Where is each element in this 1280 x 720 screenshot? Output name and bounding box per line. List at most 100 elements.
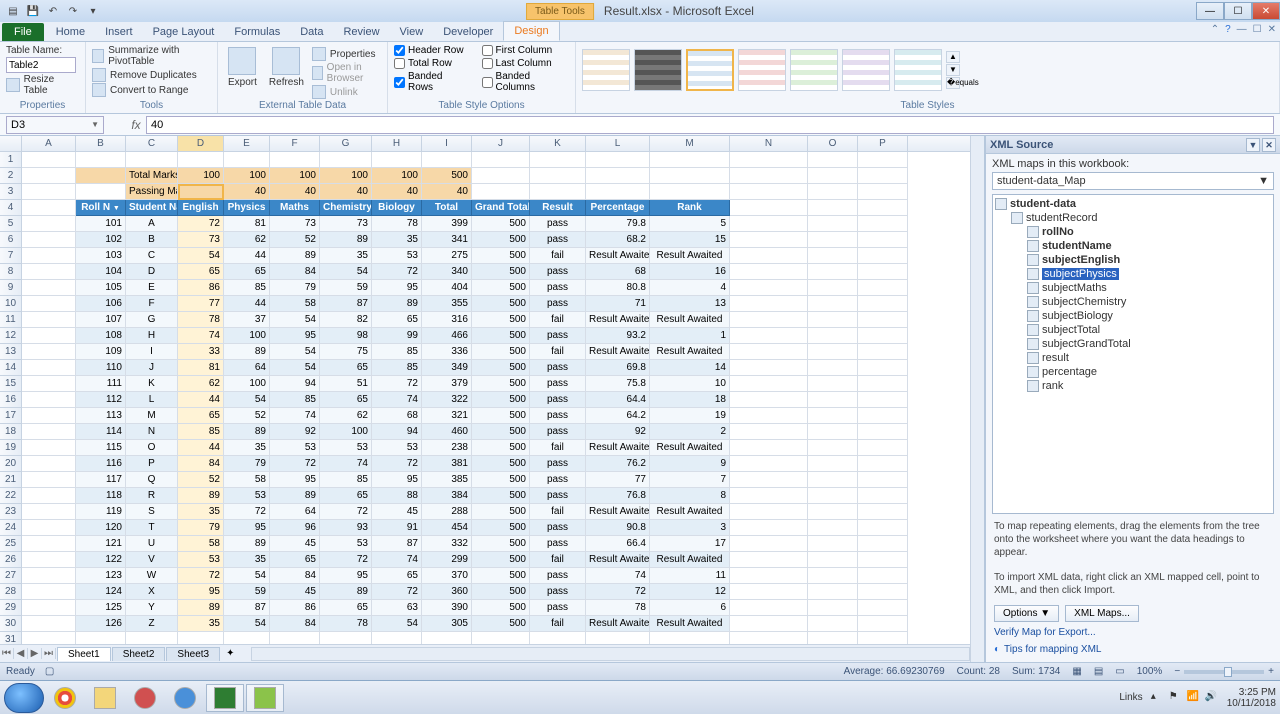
col-K[interactable]: K [530, 136, 586, 151]
start-button[interactable] [4, 683, 44, 713]
name-box-dropdown-icon[interactable]: ▼ [91, 120, 99, 129]
table-style-4[interactable] [738, 49, 786, 91]
taskbar-explorer-icon[interactable] [86, 684, 124, 712]
table-style-1[interactable] [582, 49, 630, 91]
sheet-tab-3[interactable]: Sheet3 [166, 647, 220, 661]
tab-formulas[interactable]: Formulas [224, 23, 290, 41]
xml-options-button[interactable]: Options ▼ [994, 605, 1059, 622]
tab-file[interactable]: File [2, 23, 44, 41]
xml-maps-button[interactable]: XML Maps... [1065, 605, 1139, 622]
vertical-scrollbar[interactable] [970, 136, 984, 662]
macro-record-icon[interactable]: ▢ [45, 666, 54, 677]
col-P[interactable]: P [858, 136, 908, 151]
table-style-5[interactable] [790, 49, 838, 91]
resize-table-button[interactable]: Resize Table [24, 74, 79, 96]
col-I[interactable]: I [422, 136, 472, 151]
convert-range-button[interactable]: Convert to Range [110, 85, 188, 96]
name-box[interactable]: D3▼ [6, 116, 104, 134]
tray-up-icon[interactable]: ▴ [1151, 691, 1165, 705]
col-J[interactable]: J [472, 136, 530, 151]
tab-insert[interactable]: Insert [95, 23, 143, 41]
styles-more-icon[interactable]: �equals [946, 77, 960, 89]
zoom-level[interactable]: 100% [1137, 666, 1163, 677]
zoom-slider[interactable] [1184, 670, 1264, 674]
styles-up-icon[interactable]: ▲ [946, 51, 960, 63]
col-H[interactable]: H [372, 136, 422, 151]
select-all-corner[interactable] [0, 136, 22, 151]
col-G[interactable]: G [320, 136, 372, 151]
tab-home[interactable]: Home [46, 23, 95, 41]
minimize-button[interactable]: — [1196, 2, 1224, 20]
xml-tree[interactable]: student-datastudentRecordrollNostudentNa… [992, 194, 1274, 514]
col-M[interactable]: M [650, 136, 730, 151]
table-style-6[interactable] [842, 49, 890, 91]
sheet-nav-next-icon[interactable]: ▶ [28, 648, 42, 659]
col-B[interactable]: B [76, 136, 126, 151]
tray-network-icon[interactable]: 📶 [1187, 691, 1201, 705]
ext-props-button[interactable]: Properties [330, 49, 376, 60]
banded-rows-check[interactable] [394, 77, 405, 88]
save-icon[interactable]: 💾 [24, 2, 42, 20]
col-E[interactable]: E [224, 136, 270, 151]
sheet-nav-last-icon[interactable]: ⏭ [42, 648, 56, 659]
tray-flag-icon[interactable]: ⚑ [1169, 691, 1183, 705]
formula-input[interactable] [146, 116, 1274, 134]
horizontal-scrollbar[interactable] [251, 647, 971, 661]
header-row-check[interactable] [394, 45, 405, 56]
doc-minimize-icon[interactable]: — [1237, 24, 1247, 35]
xml-pane-close-icon[interactable]: ✕ [1262, 138, 1276, 152]
pivot-button[interactable]: Summarize with PivotTable [108, 45, 211, 67]
view-layout-icon[interactable]: ▤ [1094, 666, 1103, 677]
system-tray[interactable]: ▴ ⚑ 📶 🔊 [1151, 691, 1219, 705]
sheet-tab-1[interactable]: Sheet1 [57, 647, 111, 661]
tray-volume-icon[interactable]: 🔊 [1205, 691, 1219, 705]
col-O[interactable]: O [808, 136, 858, 151]
col-N[interactable]: N [730, 136, 808, 151]
view-break-icon[interactable]: ▭ [1115, 666, 1124, 677]
xml-tips-link[interactable]: ◐Tips for mapping XML [992, 641, 1274, 658]
sheet-nav-first-icon[interactable]: ⏮ [0, 648, 14, 659]
col-C[interactable]: C [126, 136, 178, 151]
doc-restore-icon[interactable]: ☐ [1253, 24, 1262, 35]
xml-verify-link[interactable]: Verify Map for Export... [992, 624, 1274, 641]
col-D[interactable]: D [178, 136, 224, 151]
doc-close-icon[interactable]: ✕ [1268, 24, 1276, 35]
styles-down-icon[interactable]: ▼ [946, 64, 960, 76]
grid[interactable]: 12Total Marks1001001001001005003Passing … [0, 152, 970, 644]
xml-pane-dropdown-icon[interactable]: ▼ [1246, 138, 1260, 152]
help-icon[interactable]: ? [1225, 24, 1231, 35]
taskbar-excel-icon[interactable] [206, 684, 244, 712]
first-col-check[interactable] [482, 45, 493, 56]
col-L[interactable]: L [586, 136, 650, 151]
tab-developer[interactable]: Developer [433, 23, 503, 41]
maximize-button[interactable]: ☐ [1224, 2, 1252, 20]
taskbar-chrome-icon[interactable] [46, 684, 84, 712]
xml-map-select[interactable]: student-data_Map▼ [992, 172, 1274, 190]
refresh-button[interactable]: Refresh [265, 45, 308, 99]
tab-view[interactable]: View [390, 23, 434, 41]
taskbar-app2-icon[interactable] [246, 684, 284, 712]
redo-icon[interactable]: ↷ [64, 2, 82, 20]
qat-dropdown-icon[interactable]: ▾ [84, 2, 102, 20]
close-button[interactable]: ✕ [1252, 2, 1280, 20]
banded-cols-check[interactable] [482, 77, 493, 88]
last-col-check[interactable] [482, 58, 493, 69]
sheet-nav-prev-icon[interactable]: ◀ [14, 648, 28, 659]
sheet-tab-2[interactable]: Sheet2 [112, 647, 166, 661]
remove-dup-button[interactable]: Remove Duplicates [110, 70, 197, 81]
excel-icon[interactable]: ▤ [4, 2, 22, 20]
table-style-7[interactable] [894, 49, 942, 91]
table-style-3[interactable] [686, 49, 734, 91]
col-A[interactable]: A [22, 136, 76, 151]
new-sheet-icon[interactable]: ✦ [220, 648, 240, 659]
taskbar-app-icon[interactable] [126, 684, 164, 712]
zoom-out-icon[interactable]: − [1174, 666, 1180, 677]
status-links[interactable]: Links [1119, 692, 1142, 703]
tab-review[interactable]: Review [333, 23, 389, 41]
view-normal-icon[interactable]: ▦ [1072, 666, 1081, 677]
export-button[interactable]: Export [224, 45, 261, 99]
fx-icon[interactable]: fx [126, 118, 146, 132]
tab-design[interactable]: Design [503, 21, 559, 41]
table-style-2[interactable] [634, 49, 682, 91]
column-headers[interactable]: A B C D E F G H I J K L M N O P [0, 136, 970, 152]
